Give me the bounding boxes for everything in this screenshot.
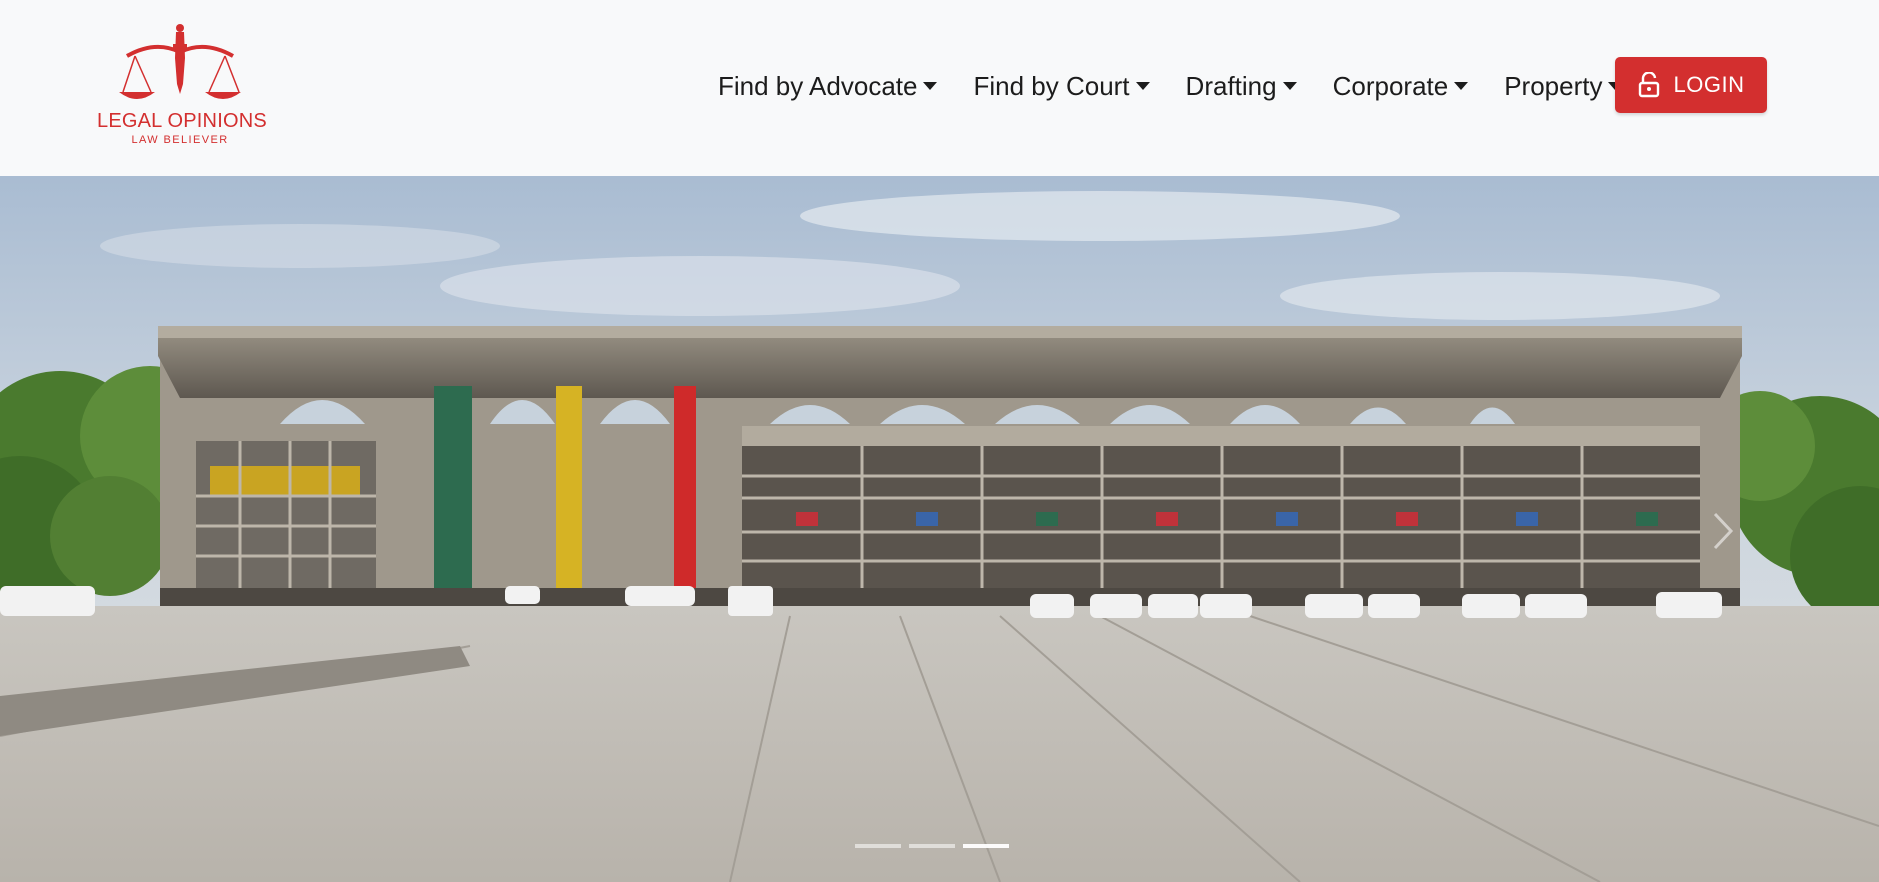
- nav-find-by-court[interactable]: Find by Court: [955, 60, 1167, 112]
- caret-down-icon: [1135, 82, 1150, 90]
- login-button[interactable]: LOGIN: [1615, 57, 1767, 113]
- brand-logo[interactable]: LEGAL OPINIONS LAW BELIEVER: [97, 22, 267, 150]
- carousel-indicator-active[interactable]: [963, 844, 1009, 848]
- carousel-indicator[interactable]: [909, 844, 955, 848]
- scales-of-justice-icon: [119, 24, 241, 99]
- brand-tagline: LAW BELIEVER: [131, 134, 229, 146]
- brand-name: LEGAL OPINIONS: [97, 110, 267, 132]
- login-label: LOGIN: [1673, 72, 1745, 97]
- caret-down-icon: [1454, 82, 1469, 90]
- nav-label: Property: [1504, 70, 1603, 101]
- chevron-right-icon: [1713, 512, 1734, 550]
- top-navbar: LEGAL OPINIONS LAW BELIEVER Find by Advo…: [0, 0, 1879, 176]
- nav-label: Find by Court: [973, 70, 1130, 101]
- high-court-building-photo: [0, 176, 1879, 882]
- nav-label: Corporate: [1332, 70, 1449, 101]
- nav-corporate[interactable]: Corporate: [1315, 60, 1487, 112]
- unlock-icon: [1638, 72, 1659, 98]
- caret-down-icon: [1282, 82, 1297, 90]
- nav-menu: Find by Advocate Find by Court Drafting …: [700, 60, 1640, 112]
- caret-down-icon: [923, 82, 938, 90]
- nav-find-by-advocate[interactable]: Find by Advocate: [700, 60, 955, 112]
- carousel-indicator[interactable]: [855, 844, 901, 848]
- nav-label: Drafting: [1185, 70, 1277, 101]
- nav-drafting[interactable]: Drafting: [1168, 60, 1315, 112]
- hero-carousel: [0, 176, 1879, 882]
- carousel-indicators: [855, 844, 1009, 848]
- carousel-next-button[interactable]: [1709, 506, 1739, 556]
- nav-label: Find by Advocate: [718, 70, 918, 101]
